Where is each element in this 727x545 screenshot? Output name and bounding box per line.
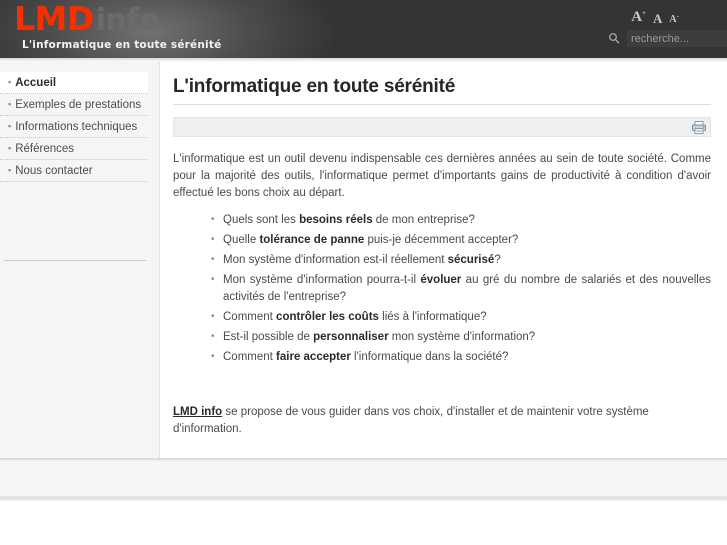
font-size-decrease-label: A: [669, 14, 677, 25]
list-item: Mon système d'information pourra-t-il év…: [211, 271, 711, 306]
font-size-reset-button[interactable]: A: [653, 12, 662, 25]
sidebar: ▪ Accueil ▪ Exemples de prestations ▪ Infor…: [0, 62, 160, 458]
logo-primary-text: LMD: [14, 0, 94, 38]
question-text-before: Mon système d'information pourra-t-il: [223, 274, 421, 286]
site-tagline: L'informatique en toute sérénité: [22, 39, 222, 51]
sidebar-nav: ▪ Accueil ▪ Exemples de prestations ▪ Infor…: [0, 62, 159, 182]
sidebar-item-exemples-de-prestations[interactable]: ▪ Exemples de prestations: [0, 94, 148, 116]
question-text-bold: contrôler les coûts: [276, 311, 379, 323]
question-text-before: Comment: [223, 311, 277, 323]
sidebar-item-label: Références: [15, 143, 75, 155]
question-text-after: ?: [494, 254, 501, 266]
site-footer: [0, 461, 727, 496]
question-text-before: Mon système d'information est-il réellem…: [223, 254, 448, 266]
list-item: Comment contrôler les coûts liés à l'inf…: [211, 308, 711, 326]
bullet-icon: ▪: [8, 121, 12, 131]
lmd-info-link[interactable]: LMD info: [173, 406, 222, 418]
font-size-increase-marker: +: [642, 9, 647, 17]
site-logo[interactable]: LMDinfo: [14, 0, 160, 38]
sidebar-item-label: Exemples de prestations: [15, 99, 142, 111]
sidebar-item-label: Nous contacter: [15, 165, 93, 177]
sidebar-item-informations-techniques[interactable]: ▪ Informations techniques: [0, 116, 148, 138]
bullet-icon: ▪: [8, 143, 12, 153]
question-text-before: Comment: [223, 351, 277, 363]
sidebar-item-accueil[interactable]: ▪ Accueil: [0, 72, 148, 94]
question-text-after: puis-je décemment accepter?: [364, 234, 519, 246]
question-text-bold: tolérance de panne: [259, 234, 365, 246]
question-text-bold: évoluer: [420, 274, 462, 286]
search-input[interactable]: [627, 30, 727, 47]
sidebar-item-label: Accueil: [15, 77, 57, 89]
intro-paragraph: L'informatique est un outil devenu indis…: [173, 153, 711, 199]
font-size-controls: A+ A A-: [631, 10, 679, 26]
page-body: ▪ Accueil ▪ Exemples de prestations ▪ Infor…: [0, 62, 727, 458]
search-bar: [605, 30, 727, 47]
questions-list: Quels sont les besoins réels de mon entr…: [173, 211, 711, 366]
sidebar-item-references[interactable]: ▪ Références: [0, 138, 148, 160]
header-tools: A+ A A-: [587, 0, 727, 58]
page-bottom-area: [0, 501, 727, 545]
question-text-bold: besoins réels: [299, 214, 373, 226]
site-header: LMDinfo L'informatique en toute sérénité…: [0, 0, 727, 58]
question-text-before: Quels sont les: [223, 214, 300, 226]
search-icon[interactable]: [605, 30, 623, 47]
closing-paragraph: LMD info se propose de vous guider dans …: [173, 404, 711, 438]
bullet-icon: ▪: [8, 77, 12, 87]
font-size-increase-label: A: [631, 9, 643, 25]
question-text-before: Est-il possible de: [223, 331, 314, 343]
sidebar-item-nous-contacter[interactable]: ▪ Nous contacter: [0, 160, 148, 182]
list-item: Quelle tolérance de panne puis-je décemm…: [211, 231, 711, 249]
sidebar-divider: [4, 260, 146, 261]
question-text-before: Quelle: [223, 234, 260, 246]
page-title: L'informatique en toute sérénité: [173, 76, 456, 97]
question-text-bold: personnaliser: [313, 331, 389, 343]
question-text-after: liés à l'informatique?: [378, 311, 487, 323]
list-item: Mon système d'information est-il réellem…: [211, 251, 711, 269]
bullet-icon: ▪: [8, 165, 12, 175]
question-text-after: l'informatique dans la société?: [350, 351, 509, 363]
font-size-decrease-button[interactable]: A-: [669, 11, 679, 25]
question-text-bold: faire accepter: [276, 351, 351, 363]
list-item: Comment faire accepter l'informatique da…: [211, 348, 711, 366]
question-text-bold: sécurisé: [447, 254, 495, 266]
font-size-decrease-marker: -: [676, 11, 679, 20]
question-text-after: de mon entreprise?: [372, 214, 475, 226]
bullet-icon: ▪: [8, 99, 12, 109]
logo-secondary-text: info: [95, 3, 160, 38]
font-size-increase-button[interactable]: A+: [631, 10, 646, 25]
closing-text: se propose de vous guider dans vos choix…: [173, 406, 649, 435]
title-divider: [173, 104, 711, 105]
question-text-after: mon système d'information?: [388, 331, 536, 343]
list-item: Quels sont les besoins réels de mon entr…: [211, 211, 711, 229]
sidebar-item-label: Informations techniques: [15, 121, 138, 133]
printer-icon[interactable]: [691, 120, 707, 135]
main-content: L'informatique en toute sérénité L'infor…: [161, 62, 727, 458]
content-toolbar: [173, 117, 711, 137]
list-item: Est-il possible de personnaliser mon sys…: [211, 328, 711, 346]
